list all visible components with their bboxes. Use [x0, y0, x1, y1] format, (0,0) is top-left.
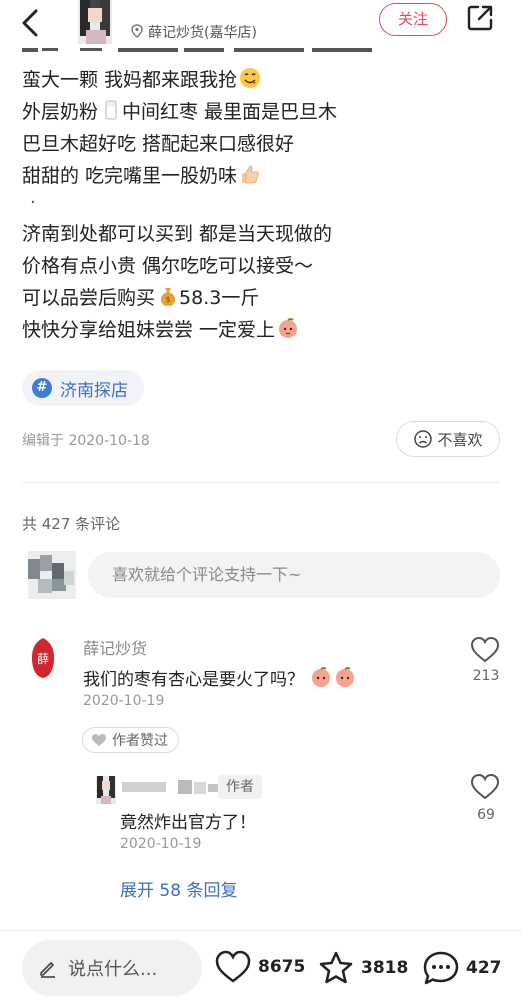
- dislike-label: 不喜欢: [437, 430, 483, 449]
- share-icon[interactable]: [466, 4, 494, 32]
- replier-avatar[interactable]: [96, 776, 116, 804]
- svg-text:$: $: [165, 295, 170, 304]
- commenter-name[interactable]: 薛记炒货: [83, 635, 147, 659]
- dislike-button[interactable]: 不喜欢: [396, 421, 500, 457]
- svg-text:薛: 薛: [37, 652, 49, 666]
- topic-tag[interactable]: # 济南探店: [22, 370, 144, 406]
- comment-date: 2020-10-19: [83, 693, 165, 709]
- yum-emoji-icon: [239, 67, 261, 89]
- frown-icon: [414, 430, 433, 448]
- heart-icon[interactable]: [470, 636, 500, 664]
- comment-count: 共 427 条评论: [22, 515, 121, 533]
- post-line: 价格有点小贵 偶尔吃吃可以接受～: [22, 255, 314, 277]
- thumbs-up-emoji-icon: [239, 163, 261, 185]
- say-something-placeholder: 说点什么...: [68, 959, 158, 980]
- comment-input[interactable]: 喜欢就给个评论支持一下~: [88, 552, 500, 598]
- milk-emoji-icon: [100, 99, 122, 121]
- hashtag-icon: #: [32, 378, 52, 398]
- replier-name-blurred[interactable]: [122, 778, 222, 796]
- post-line: 巴旦木超好吃 搭配起来口感很好: [22, 133, 295, 155]
- top-bar: 薛记炒货(嘉华店) 关注: [0, 0, 521, 48]
- author-avatar[interactable]: [78, 0, 112, 44]
- author-liked-label: 作者赞过: [112, 733, 168, 749]
- say-something-input[interactable]: 说点什么...: [22, 940, 202, 996]
- post-line: 快快分享给姐妹尝尝 一定爱上: [22, 314, 502, 346]
- star-icon: [319, 951, 353, 984]
- heart-icon: [215, 950, 251, 983]
- heart-icon: [92, 734, 106, 746]
- speech-bubble-icon: [423, 951, 459, 985]
- follow-button[interactable]: 关注: [379, 3, 447, 36]
- reply-text: 竟然炸出官方了！: [120, 813, 256, 833]
- location-icon: [131, 24, 143, 38]
- expand-replies-link[interactable]: 展开 58 条回复: [120, 876, 237, 901]
- like-count: 8675: [258, 957, 306, 977]
- peach-emoji-icon: [310, 666, 332, 688]
- my-avatar: [28, 551, 76, 599]
- comment-button[interactable]: 427: [422, 950, 502, 986]
- pencil-icon: [40, 962, 55, 978]
- reply-like-count: 69: [477, 807, 495, 823]
- peach-emoji-icon: [334, 666, 356, 688]
- divider: [22, 482, 500, 483]
- peach-emoji-icon: [277, 317, 299, 339]
- post-line: 甜甜的 吃完嘴里一股奶味: [22, 160, 502, 192]
- author-liked-badge: 作者赞过: [82, 727, 179, 753]
- post-line: 蛮大一颗 我妈都来跟我抢: [22, 64, 502, 96]
- comment-count-bottom: 427: [466, 958, 502, 978]
- scrolled-text-fragment: [22, 46, 372, 52]
- location-name[interactable]: 薛记炒货(嘉华店): [148, 22, 257, 42]
- comment-like-count: 213: [472, 668, 500, 684]
- post-content: 蛮大一颗 我妈都来跟我抢 外层奶粉 中间红枣 最里面是巴旦木 巴旦木超好吃 搭配起…: [22, 46, 502, 346]
- post-line: 外层奶粉 中间红枣 最里面是巴旦木: [22, 99, 338, 123]
- post-line: 济南到处都可以买到 都是当天现做的: [22, 223, 333, 245]
- post-line: 可以品尝后购买 $58.3一斤: [22, 285, 260, 309]
- post-separator: ·: [30, 192, 36, 213]
- edit-date: 编辑于 2020-10-18: [22, 433, 150, 449]
- back-arrow-icon[interactable]: [14, 6, 48, 40]
- reply-date: 2020-10-19: [120, 836, 202, 852]
- author-badge: 作者: [218, 775, 262, 799]
- collect-count: 3818: [361, 958, 409, 978]
- topic-tag-label: 济南探店: [60, 380, 128, 401]
- bottom-bar: 说点什么... 8675 3818 427: [0, 930, 521, 1000]
- collect-button[interactable]: 3818: [317, 950, 408, 986]
- money-bag-emoji-icon: $: [157, 285, 179, 307]
- heart-icon[interactable]: [470, 773, 500, 801]
- like-button[interactable]: 8675: [214, 950, 305, 984]
- truncated-line: [22, 46, 502, 64]
- comment-text: 我们的枣有杏心是要火了吗？: [83, 665, 356, 690]
- commenter-avatar[interactable]: 薛: [28, 636, 58, 680]
